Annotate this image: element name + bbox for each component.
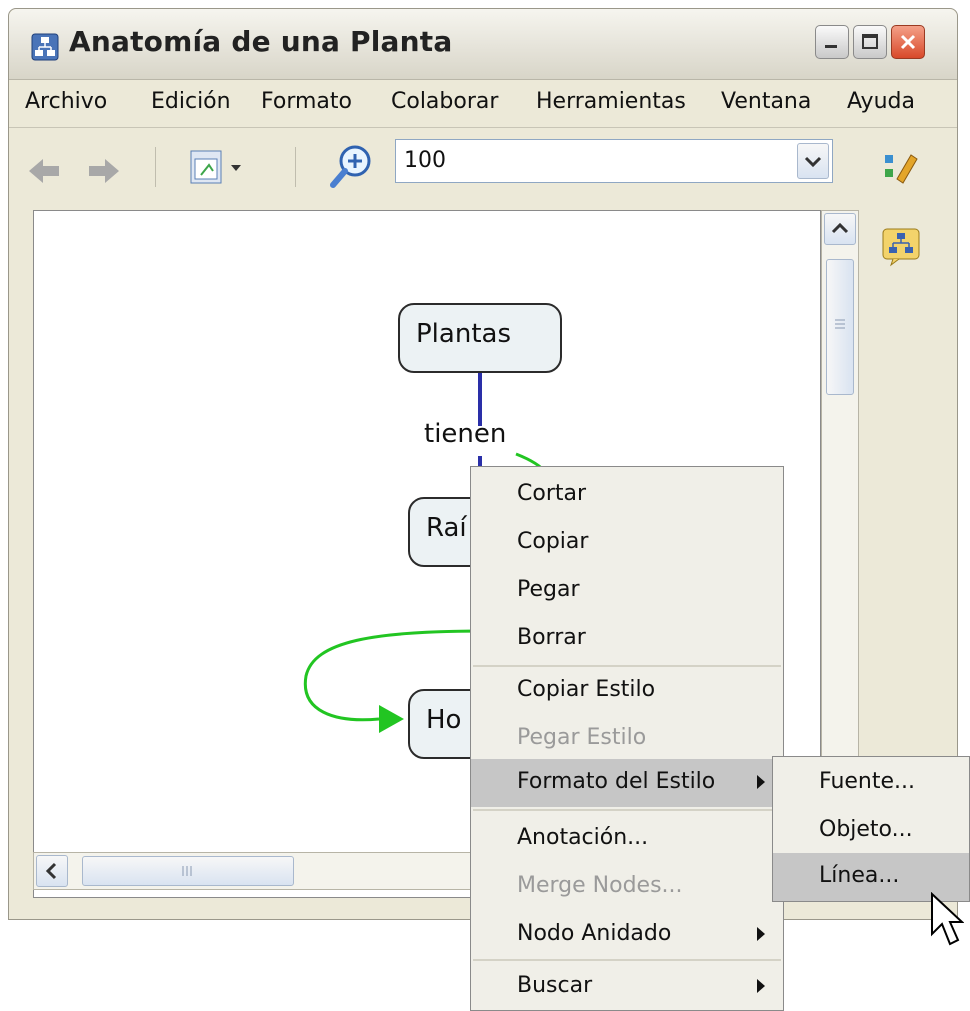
- link-phrase[interactable]: tienen: [424, 419, 506, 449]
- zoom-icon[interactable]: [329, 143, 373, 189]
- context-menu: Cortar Copiar Pegar Borrar Copiar Estilo…: [470, 466, 784, 1011]
- menu-item-cortar[interactable]: Cortar: [471, 471, 783, 519]
- maximize-icon: [862, 34, 878, 49]
- window-title: Anatomía de una Planta: [69, 25, 453, 58]
- submenu-item-label: Objeto...: [819, 817, 913, 842]
- menu-separator: [473, 809, 781, 811]
- menu-item-pegar[interactable]: Pegar: [471, 567, 783, 615]
- toolbar-separator: [295, 147, 296, 187]
- submenu-item-label: Fuente...: [819, 769, 916, 794]
- menu-item-label: Pegar: [517, 577, 580, 602]
- close-icon: [900, 34, 916, 50]
- menu-item-label: Anotación...: [517, 825, 649, 850]
- menu-separator: [473, 959, 781, 961]
- minimize-icon: [825, 45, 837, 48]
- horizontal-scroll-thumb[interactable]: [82, 856, 294, 886]
- arrow-head: [379, 705, 404, 733]
- cursor-icon: [931, 892, 964, 946]
- menu-item-label: Copiar: [517, 529, 589, 554]
- menu-item-label: Copiar Estilo: [517, 677, 656, 702]
- menu-item-merge-nodes: Merge Nodes...: [471, 863, 783, 911]
- node-label: Raí: [426, 513, 467, 543]
- maximize-button[interactable]: [853, 25, 887, 59]
- node-label: Ho: [426, 705, 462, 735]
- menu-item-formato-del-estilo[interactable]: Formato del Estilo: [471, 759, 783, 807]
- menu-item-label: Pegar Estilo: [517, 725, 647, 750]
- menu-herramientas[interactable]: Herramientas: [536, 89, 686, 114]
- back-arrow-icon[interactable]: [27, 157, 63, 185]
- menu-item-label: Formato del Estilo: [517, 769, 716, 794]
- submenu-arrow-icon: [757, 775, 765, 789]
- dropdown-arrow-icon: [804, 156, 822, 168]
- menu-formato[interactable]: Formato: [261, 89, 352, 114]
- menu-item-label: Buscar: [517, 973, 593, 998]
- menu-item-borrar[interactable]: Borrar: [471, 615, 783, 663]
- forward-arrow-icon[interactable]: [85, 157, 121, 185]
- scroll-left-button[interactable]: [36, 855, 68, 887]
- menu-archivo[interactable]: Archivo: [25, 89, 107, 114]
- menu-ayuda[interactable]: Ayuda: [847, 89, 915, 114]
- submenu-item-fuente[interactable]: Fuente...: [773, 759, 969, 807]
- chevron-up-icon: [831, 222, 849, 234]
- menu-item-anotacion[interactable]: Anotación...: [471, 815, 783, 863]
- menu-item-pegar-estilo: Pegar Estilo: [471, 715, 783, 763]
- zoom-select[interactable]: 100: [395, 139, 833, 183]
- grip-icon: [835, 319, 845, 329]
- grip-icon: [182, 866, 192, 876]
- menu-item-label: Merge Nodes...: [517, 873, 683, 898]
- zoom-dropdown-button[interactable]: [797, 143, 829, 179]
- menu-item-label: Nodo Anidado: [517, 921, 672, 946]
- style-submenu: Fuente... Objeto... Línea...: [772, 756, 970, 902]
- menu-item-buscar[interactable]: Buscar: [471, 963, 783, 1011]
- menu-item-nodo-anidado[interactable]: Nodo Anidado: [471, 911, 783, 959]
- toolbar-separator: [155, 147, 156, 187]
- chevron-left-icon: [45, 862, 57, 880]
- scroll-up-button[interactable]: [824, 213, 856, 245]
- vertical-scrollbar[interactable]: [821, 210, 859, 850]
- close-button[interactable]: [891, 25, 925, 59]
- menu-ventana[interactable]: Ventana: [721, 89, 811, 114]
- menu-edicion[interactable]: Edición: [151, 89, 231, 114]
- app-icon: [31, 33, 59, 61]
- submenu-arrow-icon: [757, 927, 765, 941]
- menu-colaborar[interactable]: Colaborar: [391, 89, 498, 114]
- submenu-item-label: Línea...: [819, 863, 900, 888]
- node-label: Plantas: [416, 319, 511, 349]
- submenu-item-objeto[interactable]: Objeto...: [773, 807, 969, 855]
- style-icon[interactable]: [881, 149, 921, 187]
- submenu-arrow-icon: [757, 979, 765, 993]
- minimize-button[interactable]: [815, 25, 849, 59]
- menu-item-copiar[interactable]: Copiar: [471, 519, 783, 567]
- zoom-value: 100: [404, 148, 446, 173]
- menu-item-label: Borrar: [517, 625, 586, 650]
- menu-bar: Archivo Edición Formato Colaborar Herram…: [9, 81, 957, 128]
- scroll-thumb[interactable]: [826, 259, 854, 395]
- concept-map-icon[interactable]: [881, 227, 921, 267]
- view-menu-icon[interactable]: [189, 147, 251, 187]
- concept-node[interactable]: Plantas: [398, 303, 562, 373]
- menu-item-label: Cortar: [517, 481, 587, 506]
- menu-item-copiar-estilo[interactable]: Copiar Estilo: [471, 667, 783, 715]
- title-bar[interactable]: Anatomía de una Planta: [9, 9, 957, 80]
